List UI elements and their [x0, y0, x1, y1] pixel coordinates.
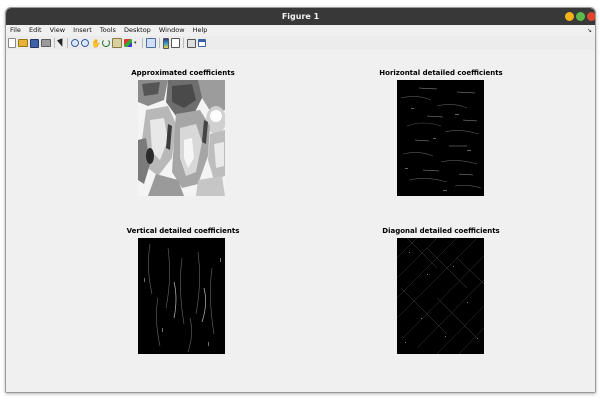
- toolbar-separator: [159, 38, 160, 48]
- colorbar-icon[interactable]: [163, 37, 169, 49]
- toolbar-separator: [142, 38, 143, 48]
- open-file-icon[interactable]: [18, 39, 28, 47]
- grid-icon[interactable]: [187, 38, 196, 48]
- menu-edit[interactable]: Edit: [29, 25, 42, 36]
- subplot-title-approximation: Approximated coefficients: [131, 69, 235, 77]
- figure-toolbar: ✋ ▾: [6, 36, 595, 51]
- menu-window[interactable]: Window: [159, 25, 185, 36]
- horizontal-detail-image[interactable]: [397, 80, 484, 196]
- dock-arrow-icon[interactable]: ↘: [587, 25, 592, 36]
- subplot-title-vertical: Vertical detailed coefficients: [126, 227, 240, 235]
- pan-icon[interactable]: ✋: [91, 39, 101, 48]
- link-plot-icon[interactable]: [146, 38, 156, 48]
- close-button[interactable]: [587, 12, 595, 21]
- menu-insert[interactable]: Insert: [73, 25, 92, 36]
- zoom-in-icon[interactable]: [71, 39, 79, 47]
- menu-desktop[interactable]: Desktop: [124, 25, 151, 36]
- brush-icon[interactable]: [124, 39, 132, 47]
- subplot-title-horizontal: Horizontal detailed coefficients: [379, 69, 503, 77]
- diagonal-detail-image[interactable]: [397, 238, 484, 354]
- print-icon[interactable]: [41, 39, 51, 47]
- menu-bar: File Edit View Insert Tools Desktop Wind…: [6, 25, 595, 36]
- save-icon[interactable]: [30, 38, 39, 48]
- toolbar-separator: [54, 38, 55, 48]
- figure-window: Figure 1 File Edit View Insert Tools Des…: [5, 7, 596, 393]
- toolbar-separator: [67, 38, 68, 48]
- menu-file[interactable]: File: [10, 25, 21, 36]
- maximize-button[interactable]: [576, 12, 585, 21]
- window-title: Figure 1: [281, 12, 320, 21]
- rotate-3d-icon[interactable]: [102, 39, 110, 47]
- menu-tools[interactable]: Tools: [100, 25, 116, 36]
- edit-plot-arrow-icon[interactable]: [56, 38, 66, 48]
- menu-view[interactable]: View: [50, 25, 65, 36]
- zoom-out-icon[interactable]: [81, 39, 89, 47]
- menu-help[interactable]: Help: [193, 25, 208, 36]
- figure-canvas: Approximated coefficients Horizontal det…: [6, 50, 595, 392]
- dock-icon[interactable]: [198, 39, 206, 47]
- title-bar[interactable]: Figure 1: [6, 8, 595, 25]
- vertical-detail-image[interactable]: [138, 238, 225, 354]
- legend-icon[interactable]: [171, 38, 180, 48]
- subplot-title-diagonal: Diagonal detailed coefficients: [382, 227, 500, 235]
- data-cursor-icon[interactable]: [112, 38, 122, 48]
- brush-dropdown-icon[interactable]: ▾: [134, 39, 139, 48]
- new-figure-icon[interactable]: [8, 38, 16, 48]
- toolbar-separator: [183, 38, 184, 48]
- minimize-button[interactable]: [565, 12, 574, 21]
- approximation-image[interactable]: [138, 80, 225, 196]
